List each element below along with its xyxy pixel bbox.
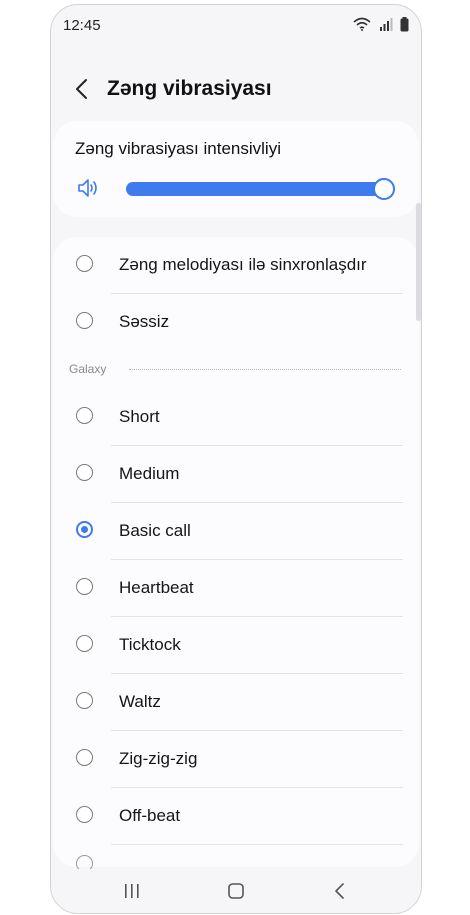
option-off-beat[interactable]: Off-beat [53, 788, 419, 845]
home-icon [228, 883, 244, 899]
radio-button[interactable] [76, 806, 93, 823]
wifi-icon [353, 17, 371, 31]
status-time: 12:45 [63, 17, 101, 34]
intensity-card: Zəng vibrasiyası intensivliyi [53, 121, 419, 217]
navigation-bar [51, 869, 421, 913]
intensity-label: Zəng vibrasiyası intensivliyi [75, 139, 281, 158]
radio-button[interactable] [76, 749, 93, 766]
back-button[interactable] [69, 75, 97, 103]
option-label: Zəng melodiyası ilə sinxronlaşdır [119, 255, 367, 274]
volume-icon[interactable] [77, 177, 101, 199]
signal-icon [379, 18, 393, 31]
recent-apps-button[interactable] [119, 879, 145, 903]
status-bar: 12:45 [51, 5, 421, 45]
status-icons [350, 17, 409, 33]
chevron-left-icon [76, 79, 87, 99]
section-label: Galaxy [69, 362, 107, 376]
option-label: Səssiz [119, 312, 170, 331]
radio-button[interactable] [76, 255, 93, 272]
option-label: Short [119, 407, 160, 426]
option-basic-call[interactable]: Basic call [53, 503, 419, 560]
recent-apps-icon [125, 884, 139, 898]
divider [111, 844, 403, 845]
radio-button[interactable] [76, 312, 93, 329]
nav-back-button[interactable] [327, 879, 353, 903]
radio-button[interactable] [76, 692, 93, 709]
vibration-options-card: Zəng melodiyası ilə sinxronlaşdır Səssiz… [53, 237, 419, 872]
option-label: Waltz [119, 692, 161, 711]
scrollbar[interactable] [416, 203, 421, 321]
page-title: Zəng vibrasiyası [107, 77, 272, 100]
radio-button[interactable] [76, 578, 93, 595]
option-label: Heartbeat [119, 578, 194, 597]
battery-icon [400, 17, 409, 32]
option-sync-ringtone[interactable]: Zəng melodiyası ilə sinxronlaşdır [53, 237, 419, 294]
home-button[interactable] [223, 879, 249, 903]
header: Zəng vibrasiyası [51, 67, 421, 111]
option-label: Basic call [119, 521, 191, 540]
option-silent[interactable]: Səssiz [53, 294, 419, 351]
option-medium[interactable]: Medium [53, 446, 419, 503]
radio-button[interactable] [76, 464, 93, 481]
option-label: Zig-zig-zig [119, 749, 198, 768]
intensity-slider-thumb[interactable] [373, 178, 395, 200]
option-label: Ticktock [119, 635, 181, 654]
back-icon [335, 883, 344, 899]
section-divider [129, 369, 401, 370]
option-waltz[interactable]: Waltz [53, 674, 419, 731]
radio-button-selected[interactable] [76, 521, 93, 538]
intensity-slider[interactable] [126, 178, 395, 200]
intensity-slider-fill [126, 182, 384, 196]
radio-button[interactable] [76, 635, 93, 652]
option-label: Medium [119, 464, 180, 483]
option-heartbeat[interactable]: Heartbeat [53, 560, 419, 617]
phone-frame: 12:45 Zəng vibrasiyası Zəng vibrasiyası … [50, 4, 422, 914]
option-ticktock[interactable]: Ticktock [53, 617, 419, 674]
radio-button[interactable] [76, 407, 93, 424]
option-label: Off-beat [119, 806, 181, 825]
option-short[interactable]: Short [53, 389, 419, 446]
option-zig-zig-zig[interactable]: Zig-zig-zig [53, 731, 419, 788]
section-header-galaxy: Galaxy [53, 359, 419, 381]
